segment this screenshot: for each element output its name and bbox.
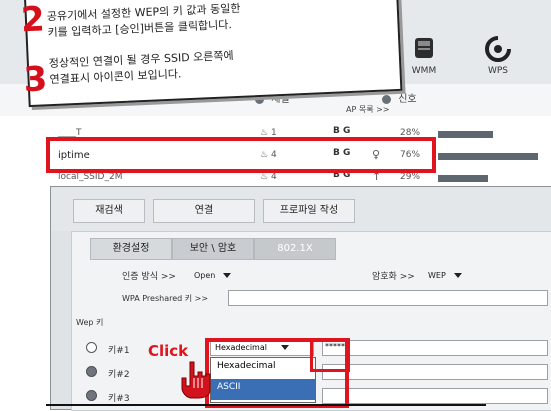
step-3-number: 3 bbox=[22, 59, 49, 101]
key1-radio[interactable] bbox=[86, 342, 97, 353]
signal-header[interactable]: 신호 bbox=[382, 90, 417, 105]
step-2-text: 공유기에서 설정한 WEP의 키 값과 동일한 키를 입력하고 [승인]버튼을 … bbox=[46, 1, 241, 40]
create-profile-button[interactable]: 프로파일 작성 bbox=[263, 199, 355, 223]
wmm-button[interactable]: WMM bbox=[402, 30, 446, 84]
wmm-icon bbox=[415, 38, 433, 58]
connect-button[interactable]: 연결 bbox=[153, 199, 255, 223]
key3-label: 키#3 bbox=[108, 394, 130, 404]
signal-bar bbox=[438, 131, 493, 138]
key3-value-input[interactable] bbox=[322, 388, 548, 404]
signal-bar bbox=[438, 175, 488, 182]
tab-environment[interactable]: 환경설정 bbox=[90, 238, 172, 260]
hand-cursor-icon bbox=[181, 361, 211, 399]
highlight-ap-row bbox=[46, 137, 436, 173]
signal-bar bbox=[438, 153, 538, 160]
wmm-label: WMM bbox=[411, 66, 437, 76]
step-2-number: 2 bbox=[20, 0, 46, 41]
ap-list-title: AP 목록 >> bbox=[346, 105, 390, 114]
wep-key-label: Wep 키 bbox=[76, 318, 104, 327]
step-3-text: 정상적인 연결이 될 경우 SSID 오른쪽에 연결표시 아이콘이 보입니다. bbox=[48, 49, 234, 87]
auth-method-select[interactable]: Open bbox=[194, 271, 232, 280]
rescan-button[interactable]: 재검색 bbox=[73, 199, 145, 223]
key2-label: 키#2 bbox=[108, 370, 130, 380]
wps-button[interactable]: WPS bbox=[476, 30, 520, 84]
wpa-key-label: WPA Preshared 키 >> bbox=[122, 294, 209, 303]
click-label: Click bbox=[148, 342, 189, 360]
wps-icon bbox=[485, 36, 511, 62]
key3-radio[interactable] bbox=[86, 390, 97, 401]
sort-icon bbox=[382, 94, 391, 104]
auth-method-label: 인증 방식 >> bbox=[122, 272, 176, 282]
tab-security[interactable]: 보안 \ 암호 bbox=[172, 238, 254, 260]
wps-label: WPS bbox=[487, 66, 509, 76]
wpa-key-input[interactable] bbox=[228, 290, 548, 306]
key2-value-input[interactable] bbox=[322, 364, 548, 380]
ap-security: B G bbox=[333, 126, 351, 136]
chevron-down-icon bbox=[453, 273, 462, 278]
tab-8021x[interactable]: 802.1X bbox=[254, 238, 336, 260]
ap-channel: ♨ 4 bbox=[260, 172, 277, 182]
ap-ssid: local_SSID_2M bbox=[58, 172, 123, 182]
front-toolbar: 재검색 연결 프로파일 작성 bbox=[51, 187, 551, 231]
key2-radio[interactable] bbox=[86, 366, 97, 377]
key1-label: 키#1 bbox=[108, 346, 130, 356]
key1-value-input[interactable]: ***** bbox=[322, 340, 548, 356]
encryption-select[interactable]: WEP bbox=[428, 271, 462, 280]
encryption-label: 암호화 >> bbox=[372, 272, 415, 282]
divider bbox=[46, 404, 486, 406]
instruction-callout: 2 공유기에서 설정한 WEP의 키 값과 동일한 키를 입력하고 [승인]버튼… bbox=[20, 0, 403, 108]
chevron-down-icon bbox=[223, 273, 232, 278]
ap-signal: 29% bbox=[400, 172, 421, 182]
highlight-key-value bbox=[310, 338, 350, 372]
